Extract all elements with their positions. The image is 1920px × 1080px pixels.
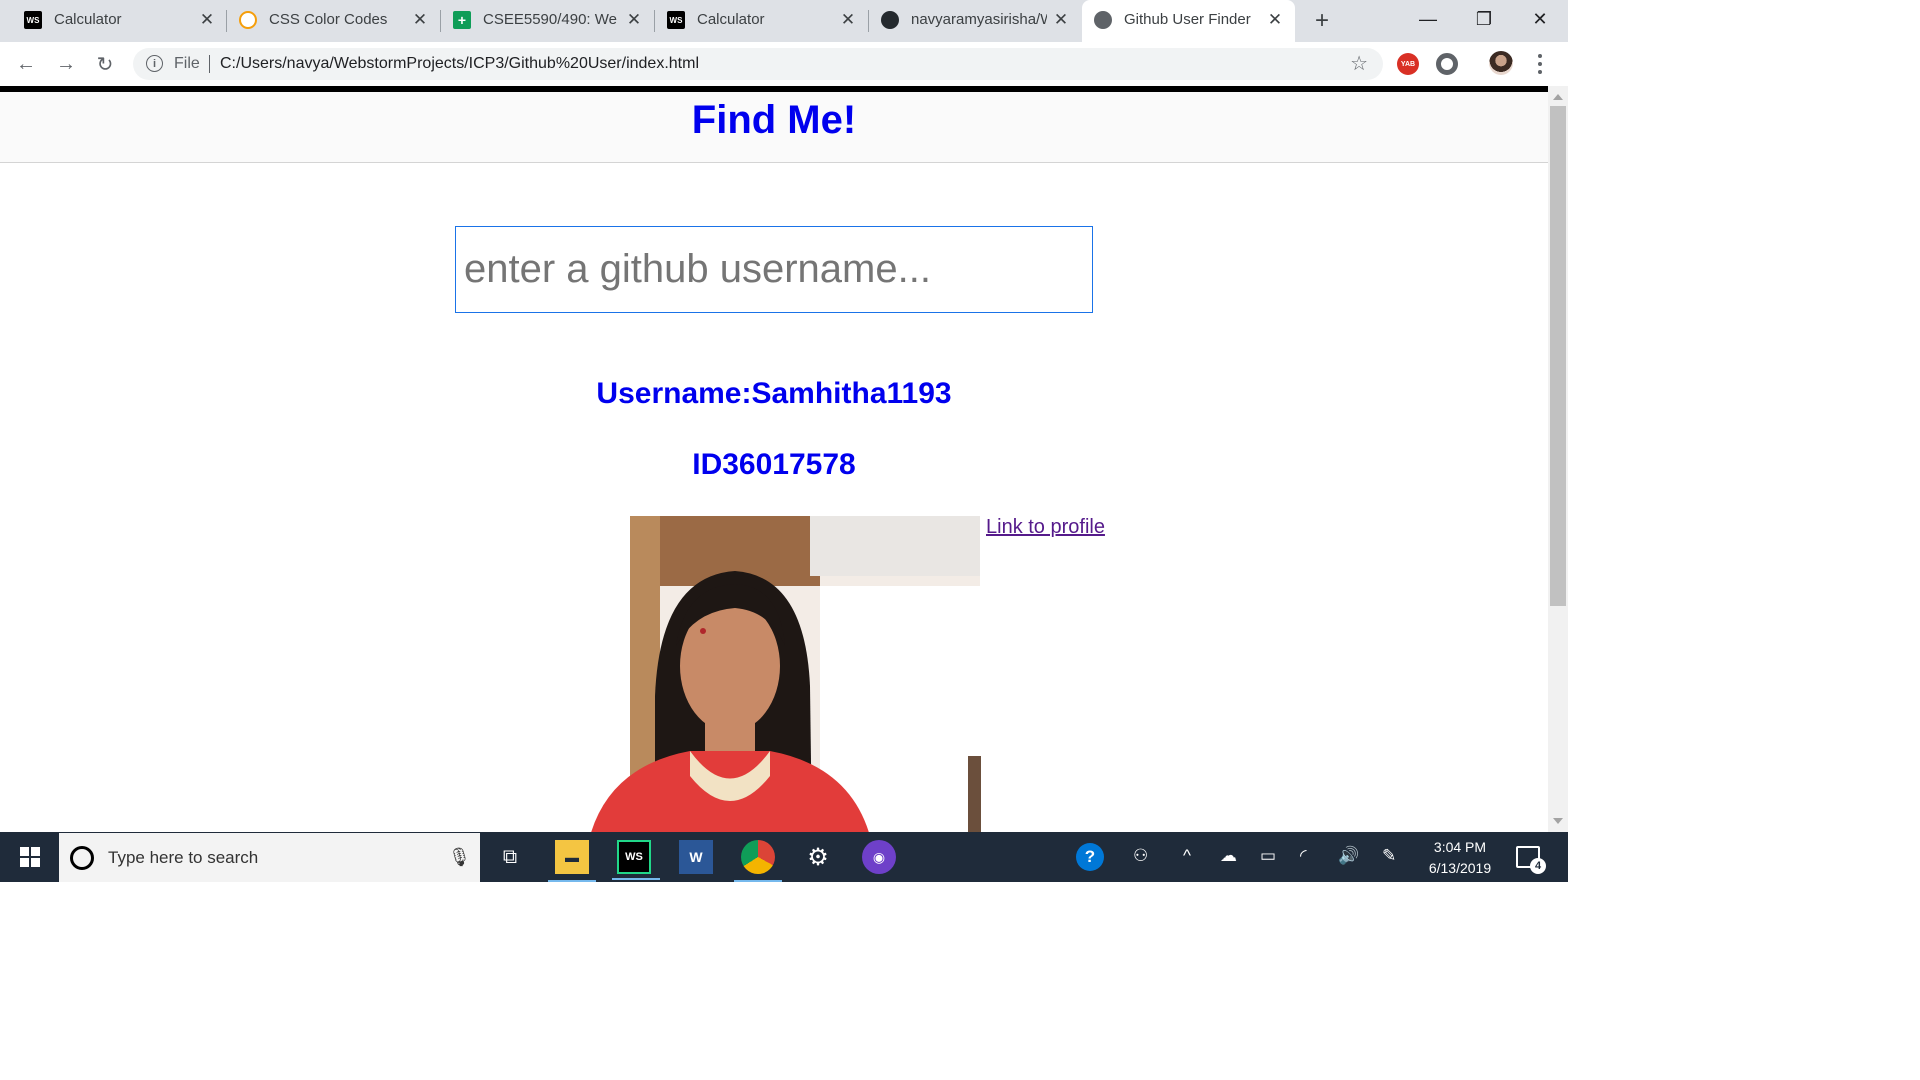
url-text[interactable]: C:/Users/navya/WebstormProjects/ICP3/Git… — [220, 55, 699, 73]
close-tab-icon[interactable]: ✕ — [623, 9, 645, 31]
tab-csee5590[interactable]: + CSEE5590/490: Web/ ✕ — [441, 0, 655, 42]
settings-gear-icon[interactable]: ⚙ — [801, 840, 835, 874]
clock-date: 6/13/2019 — [1428, 860, 1492, 876]
tab-strip: WS Calculator ✕ CSS Color Codes ✕ + CSEE… — [0, 0, 1568, 42]
github-icon — [881, 11, 899, 29]
tab-calculator-2[interactable]: WS Calculator ✕ — [655, 0, 869, 42]
webstorm-icon: WS — [24, 11, 42, 29]
close-window-icon[interactable]: ✕ — [1512, 0, 1568, 38]
username-text: Username:Samhitha1193 — [596, 377, 952, 410]
windows-start-icon[interactable] — [8, 840, 52, 874]
notification-count-badge: 4 — [1530, 858, 1546, 874]
avatar[interactable] — [1489, 51, 1513, 75]
page-header: Find Me! — [0, 92, 1548, 163]
address-bar[interactable]: i File C:/Users/navya/WebstormProjects/I… — [133, 48, 1383, 80]
taskbar-search-box[interactable]: Type here to search 🎙 — [59, 833, 480, 882]
tab-title: Github User Finder — [1124, 11, 1251, 28]
web-page: Find Me! Username:Samhitha1193 ID3601757… — [0, 86, 1548, 832]
bookmark-star-icon[interactable]: ☆ — [1350, 51, 1368, 76]
clock[interactable]: 3:04 PM 6/13/2019 — [1422, 837, 1498, 879]
info-icon[interactable]: i — [146, 55, 163, 72]
close-tab-icon[interactable]: ✕ — [1050, 9, 1072, 31]
page-scrollbar[interactable] — [1548, 86, 1568, 832]
pen-icon[interactable]: ✎ — [1382, 846, 1396, 866]
reload-icon[interactable]: ↻ — [91, 50, 119, 78]
username-search-input[interactable] — [455, 226, 1093, 313]
browser-toolbar: ← → ↻ i File C:/Users/navya/WebstormProj… — [0, 42, 1568, 86]
wifi-icon[interactable]: ◜ — [1300, 846, 1307, 866]
tab-css-color-codes[interactable]: CSS Color Codes ✕ — [227, 0, 441, 42]
battery-icon[interactable]: ▭ — [1260, 846, 1276, 866]
clock-time: 3:04 PM — [1433, 839, 1487, 855]
page-title: Find Me! — [691, 98, 857, 142]
help-icon[interactable]: ? — [1076, 843, 1104, 871]
tab-calculator-1[interactable]: WS Calculator ✕ — [12, 0, 227, 42]
yab-icon[interactable]: YAB — [1397, 53, 1419, 75]
tab-title: Calculator — [697, 11, 765, 28]
github-desktop-icon[interactable]: ◉ — [862, 840, 896, 874]
globe-icon — [1094, 11, 1112, 29]
tab-title: navyaramyasirisha/W — [911, 11, 1047, 28]
webstorm-icon[interactable]: WS — [612, 840, 660, 880]
menu-kebab-icon[interactable] — [1532, 52, 1548, 76]
people-icon[interactable]: ⚇ — [1133, 846, 1148, 866]
scroll-down-arrow-icon[interactable] — [1553, 818, 1563, 824]
chevron-up-icon[interactable]: ^ — [1183, 846, 1191, 866]
tab-title: CSEE5590/490: Web/ — [483, 11, 617, 28]
tab-github-user-finder[interactable]: Github User Finder ✕ — [1082, 0, 1295, 42]
sheets-icon: + — [453, 11, 471, 29]
profile-avatar-image — [480, 516, 981, 832]
restore-icon[interactable]: ❐ — [1456, 0, 1512, 38]
webstorm-icon: WS — [667, 11, 685, 29]
scrollbar-thumb[interactable] — [1550, 106, 1566, 606]
file-explorer-icon[interactable]: ▬ — [548, 840, 596, 882]
onedrive-cloud-icon[interactable]: ☁ — [1220, 846, 1237, 866]
tab-github-repo[interactable]: navyaramyasirisha/W ✕ — [869, 0, 1080, 42]
forward-arrow-icon[interactable]: → — [52, 50, 80, 78]
back-arrow-icon[interactable]: ← — [12, 50, 40, 78]
volume-icon[interactable]: 🔊 — [1338, 846, 1359, 866]
user-id-text: ID36017578 — [692, 448, 856, 481]
scroll-up-arrow-icon[interactable] — [1553, 94, 1563, 100]
profile-link[interactable]: Link to profile — [986, 516, 1105, 539]
close-tab-icon[interactable]: ✕ — [837, 9, 859, 31]
taskbar-search-placeholder: Type here to search — [108, 848, 259, 867]
chrome-icon[interactable] — [734, 840, 782, 882]
windows-taskbar: Type here to search 🎙 ⧉ ▬ WS W ⚙ ◉ ? ⚇ ^… — [0, 832, 1568, 882]
tab-title: CSS Color Codes — [269, 11, 388, 28]
address-divider — [209, 55, 210, 73]
close-tab-icon[interactable]: ✕ — [196, 9, 218, 31]
new-tab-button[interactable]: + — [1309, 7, 1335, 34]
tab-title: Calculator — [54, 11, 122, 28]
extension-circle-icon[interactable] — [1436, 53, 1458, 75]
word-icon[interactable]: W — [679, 840, 713, 874]
action-center-icon[interactable]: 4 — [1516, 846, 1546, 874]
search-icon — [239, 11, 257, 29]
microphone-icon[interactable]: 🎙 — [448, 847, 471, 868]
close-tab-icon[interactable]: ✕ — [1264, 9, 1286, 31]
scheme-label: File — [174, 55, 200, 72]
close-tab-icon[interactable]: ✕ — [409, 9, 431, 31]
task-view-icon[interactable]: ⧉ — [493, 840, 527, 874]
minimize-icon[interactable]: — — [1400, 0, 1456, 38]
cortana-icon — [70, 846, 94, 870]
